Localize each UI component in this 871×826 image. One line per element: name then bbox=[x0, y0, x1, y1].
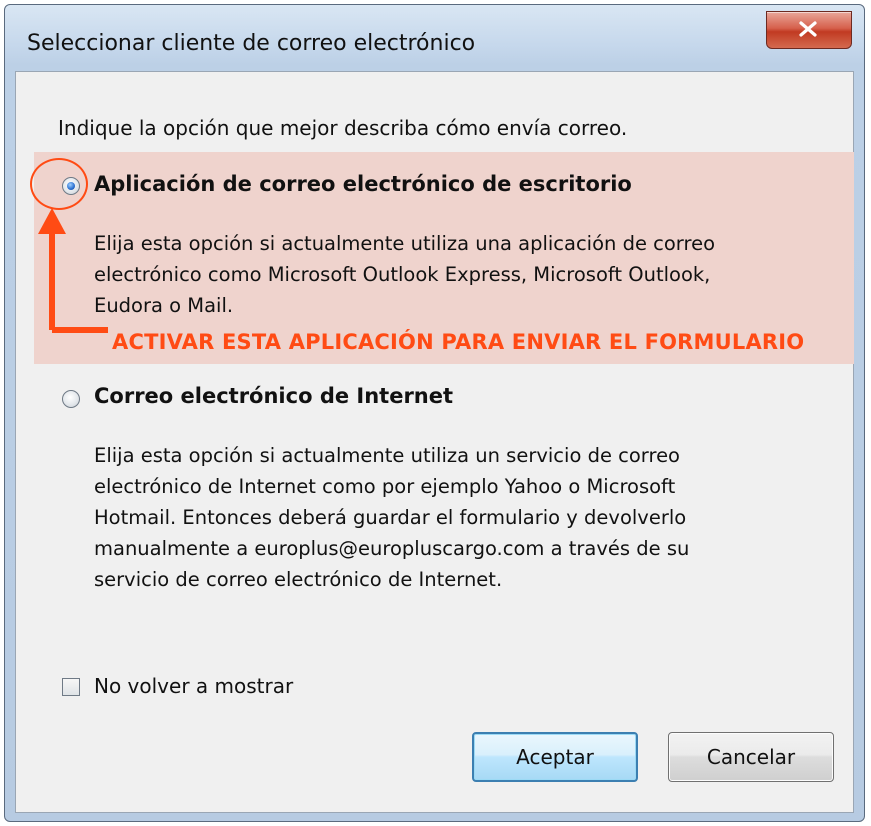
description-line: Eudora o Mail. bbox=[94, 294, 234, 317]
ok-button[interactable]: Aceptar bbox=[472, 732, 638, 782]
description-line: electrónico como Microsoft Outlook Expre… bbox=[94, 263, 711, 286]
description-line: electrónico de Internet como por ejemplo… bbox=[94, 475, 676, 498]
close-button[interactable] bbox=[766, 11, 852, 49]
title-bar[interactable]: Seleccionar cliente de correo electrónic… bbox=[5, 5, 864, 69]
annotation-text: ACTIVAR ESTA APLICACIÓN PARA ENVIAR EL F… bbox=[112, 330, 805, 354]
dialog-content: Indique la opción que mejor describa cóm… bbox=[15, 71, 854, 813]
description-line: Elija esta opción si actualmente utiliza… bbox=[94, 232, 716, 255]
desktop-app-description: Elija esta opción si actualmente utiliza… bbox=[94, 228, 834, 321]
description-line: Hotmail. Entonces deberá guardar el form… bbox=[94, 506, 687, 529]
internet-mail-radio[interactable] bbox=[62, 390, 80, 408]
window-title: Seleccionar cliente de correo electrónic… bbox=[27, 31, 476, 56]
dont-show-again-label[interactable]: No volver a mostrar bbox=[94, 674, 293, 698]
annotation-circle bbox=[30, 158, 88, 210]
description-line: Elija esta opción si actualmente utiliza… bbox=[94, 444, 680, 467]
dialog-window: Seleccionar cliente de correo electrónic… bbox=[4, 4, 865, 822]
internet-mail-description: Elija esta opción si actualmente utiliza… bbox=[94, 440, 834, 595]
instruction-text: Indique la opción que mejor describa cóm… bbox=[58, 116, 628, 140]
internet-mail-label[interactable]: Correo electrónico de Internet bbox=[94, 384, 453, 408]
description-line: servicio de correo electrónico de Intern… bbox=[94, 568, 503, 591]
dont-show-again-checkbox[interactable] bbox=[62, 678, 80, 696]
cancel-button[interactable]: Cancelar bbox=[668, 732, 834, 782]
description-line: manualmente a europlus@europluscargo.com… bbox=[94, 537, 690, 560]
desktop-app-label[interactable]: Aplicación de correo electrónico de escr… bbox=[94, 172, 632, 196]
annotation-arrow-icon bbox=[38, 208, 108, 333]
